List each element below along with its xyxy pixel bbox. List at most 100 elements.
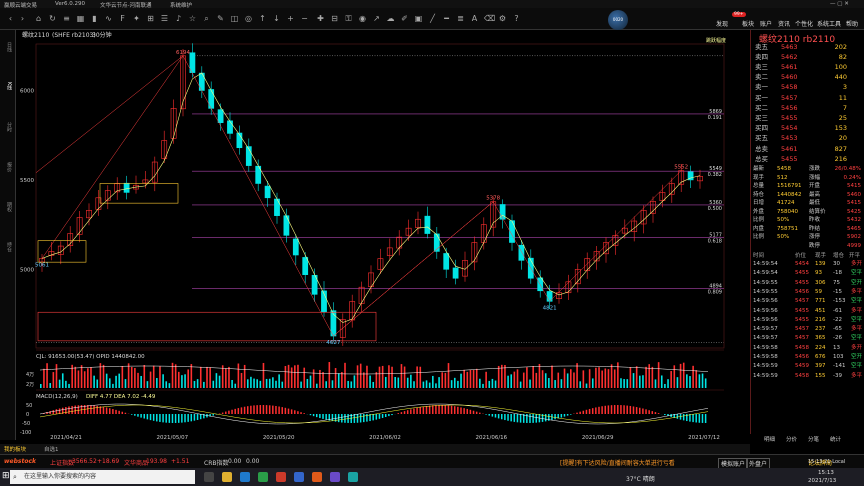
- cloud-icon[interactable]: ☁: [386, 14, 395, 23]
- bid-row[interactable]: 买三 5455 25: [751, 113, 863, 123]
- app-icon-red[interactable]: [276, 472, 286, 482]
- file-explorer-icon[interactable]: [222, 472, 232, 482]
- menu-help[interactable]: 帮助: [846, 19, 858, 28]
- back-icon[interactable]: ‹: [6, 14, 15, 23]
- menu-news[interactable]: 资讯: [778, 19, 790, 28]
- news-icon[interactable]: ☰: [160, 14, 169, 23]
- ask-row[interactable]: 卖一 5458 3: [751, 82, 863, 92]
- box-icon[interactable]: ▣: [414, 14, 423, 23]
- search-icon[interactable]: ⌕: [202, 14, 211, 23]
- eraser-icon[interactable]: ⌫: [484, 14, 495, 23]
- pen-icon[interactable]: ✐: [400, 14, 409, 23]
- webstock-taskbar-icon[interactable]: [312, 472, 322, 482]
- macd-bar: [240, 407, 243, 414]
- menu-discover[interactable]: 发现: [716, 19, 728, 28]
- tab-tick[interactable]: 分笔: [808, 435, 819, 443]
- ask-row[interactable]: 卖二 5460 440: [751, 72, 863, 82]
- tick-oi-change: 13: [833, 344, 840, 351]
- windows-start-icon[interactable]: ⊞: [2, 471, 10, 481]
- zoom-in-icon[interactable]: +: [286, 14, 295, 23]
- draw-icon[interactable]: ✎: [216, 14, 225, 23]
- timeshare-icon[interactable]: ∿: [104, 14, 113, 23]
- side-tab-options[interactable]: 期权: [3, 202, 13, 212]
- kline-icon[interactable]: ▮: [90, 14, 99, 23]
- menu-account[interactable]: 账户: [760, 19, 772, 28]
- notice-text[interactable]: [提醒]有下达风险/直播间耐容大单进行亏看: [560, 458, 675, 467]
- f10-icon[interactable]: F: [118, 14, 127, 23]
- app-icon-blue[interactable]: [294, 472, 304, 482]
- tick-row: 14:59:58 5458 224 13 多开: [751, 344, 863, 353]
- home-icon[interactable]: ⌂: [34, 14, 43, 23]
- tab-price-level[interactable]: 分价: [786, 435, 797, 443]
- ask-row[interactable]: 卖三 5461 100: [751, 62, 863, 72]
- side-tab-daily[interactable]: 日线: [3, 42, 13, 52]
- fib-icon[interactable]: ≣: [456, 14, 465, 23]
- text-icon[interactable]: A: [470, 14, 479, 23]
- side-tab-kline[interactable]: K线: [3, 82, 13, 90]
- bell-icon[interactable]: ♪: [174, 14, 183, 23]
- clock-date[interactable]: 2021/7/13: [808, 478, 836, 484]
- side-tab-quote[interactable]: 报价: [3, 162, 13, 172]
- window-controls[interactable]: — ▢ ✕: [830, 1, 849, 7]
- macd-bar: [171, 414, 174, 423]
- volume-bar: [193, 380, 196, 388]
- bid-row[interactable]: 买一 5457 11: [751, 93, 863, 103]
- volume-bar: [410, 374, 412, 388]
- bid-row[interactable]: 买四 5454 153: [751, 123, 863, 133]
- side-tab-timeshare[interactable]: 分时: [3, 122, 13, 132]
- list-icon[interactable]: ≡: [62, 14, 71, 23]
- bid-row[interactable]: 买五 5453 20: [751, 133, 863, 143]
- app-icon-teal[interactable]: [348, 472, 358, 482]
- kline-chart[interactable]: 螺纹2110 (SHFE rb2103) 30分钟 跳跃幅度 6000 5500 5…: [16, 30, 749, 441]
- clock-time[interactable]: 15:13: [818, 470, 834, 476]
- tab-detail[interactable]: 明细: [764, 435, 775, 443]
- ask-row[interactable]: 卖四 5462 82: [751, 52, 863, 62]
- menu-system-tools[interactable]: 系统工具: [817, 19, 841, 28]
- up-arrow-icon[interactable]: ↑: [258, 14, 267, 23]
- weather[interactable]: 37°C 晴朗: [626, 474, 655, 483]
- help-icon[interactable]: ?: [512, 14, 521, 23]
- trend-icon[interactable]: ↗: [372, 14, 381, 23]
- volume-bar: [328, 362, 331, 388]
- calc-icon[interactable]: ⊞: [146, 14, 155, 23]
- star-icon[interactable]: ☆: [188, 14, 197, 23]
- tab-my-sector[interactable]: 我的板块: [4, 445, 26, 453]
- wechat-icon[interactable]: [258, 472, 268, 482]
- grid-icon[interactable]: ▦: [76, 14, 85, 23]
- volume-bar: [689, 376, 691, 388]
- chart-area[interactable]: 螺纹2110 (SHFE rb2103) 30分钟 跳跃幅度 6000 5500 5…: [16, 30, 749, 441]
- menu-personalize[interactable]: 个性化: [795, 19, 813, 28]
- side-tab-position[interactable]: 持仓: [3, 242, 13, 252]
- volume-bar: [463, 369, 465, 388]
- camera-icon[interactable]: ◉: [358, 14, 367, 23]
- options-icon[interactable]: ◎: [244, 14, 253, 23]
- line-icon[interactable]: ╱: [428, 14, 437, 23]
- ask-row[interactable]: 卖五 5463 202: [751, 42, 863, 52]
- signal-icon[interactable]: ✦: [132, 14, 141, 23]
- macd-bar: [341, 414, 343, 423]
- lock-icon[interactable]: ⚿: [344, 14, 353, 23]
- bid-row[interactable]: 买二 5456 7: [751, 103, 863, 113]
- tab-stats[interactable]: 统计: [830, 435, 841, 443]
- taskbar-search-input[interactable]: ⌕ 在这里输入你要搜索的内容: [10, 470, 195, 484]
- zoom-out-icon[interactable]: −: [300, 14, 309, 23]
- task-view-icon[interactable]: [204, 472, 214, 482]
- edge-icon[interactable]: [240, 472, 250, 482]
- settings-icon[interactable]: ⚙: [498, 14, 507, 23]
- tab-watchlist[interactable]: 自选1: [44, 445, 59, 453]
- total-row[interactable]: 总卖 5461 827: [751, 144, 863, 154]
- refresh-icon[interactable]: ↻: [48, 14, 57, 23]
- menu-sector[interactable]: 板块: [742, 19, 754, 28]
- user-avatar[interactable]: 0020: [608, 10, 628, 30]
- app-icon-purple[interactable]: [330, 472, 340, 482]
- total-row[interactable]: 总买 5455 216: [751, 154, 863, 164]
- chart-icon[interactable]: ◫: [230, 14, 239, 23]
- volume-bar: [704, 378, 707, 388]
- down-arrow-icon[interactable]: ↓: [272, 14, 281, 23]
- ruler-icon[interactable]: ⊟: [330, 14, 339, 23]
- cross-icon[interactable]: ✚: [316, 14, 325, 23]
- forward-icon[interactable]: ›: [18, 14, 27, 23]
- bid-volume: 7: [842, 104, 847, 112]
- hline-icon[interactable]: ━: [442, 14, 451, 23]
- volume-bar: [140, 375, 142, 388]
